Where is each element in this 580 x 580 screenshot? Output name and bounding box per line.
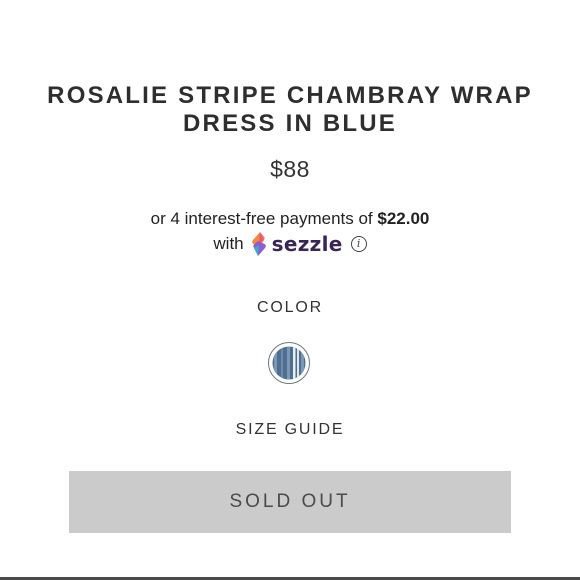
info-circle-icon[interactable]: i [350, 236, 367, 252]
installment-amount: $22.00 [377, 209, 430, 228]
blue-stripe-swatch-icon [272, 346, 306, 380]
sezzle-logo[interactable]: sezzle [248, 231, 343, 257]
product-price: $88 [270, 156, 310, 182]
product-title-line-1: ROSALIE STRIPE CHAMBRAY WRAP [47, 82, 533, 109]
sezzle-line: with sezzle i [0, 231, 580, 257]
with-text: with [213, 234, 244, 253]
installment-line: or 4 interest-free payments of $22.00 [0, 207, 580, 231]
installment-prefix: or 4 interest-free payments of [150, 209, 373, 228]
color-swatch-blue[interactable] [268, 342, 310, 384]
product-title: ROSALIE STRIPE CHAMBRAY WRAP DRESS IN BL… [0, 82, 580, 138]
sold-out-button[interactable]: SOLD OUT [69, 471, 511, 533]
product-title-line-2: DRESS IN BLUE [183, 110, 397, 137]
sezzle-logo-icon [251, 232, 266, 256]
size-guide-link[interactable]: SIZE GUIDE [0, 421, 580, 439]
color-label: COLOR [257, 299, 323, 316]
sezzle-wordmark: sezzle [271, 232, 343, 256]
installment-info: or 4 interest-free payments of $22.00 wi… [0, 207, 580, 257]
